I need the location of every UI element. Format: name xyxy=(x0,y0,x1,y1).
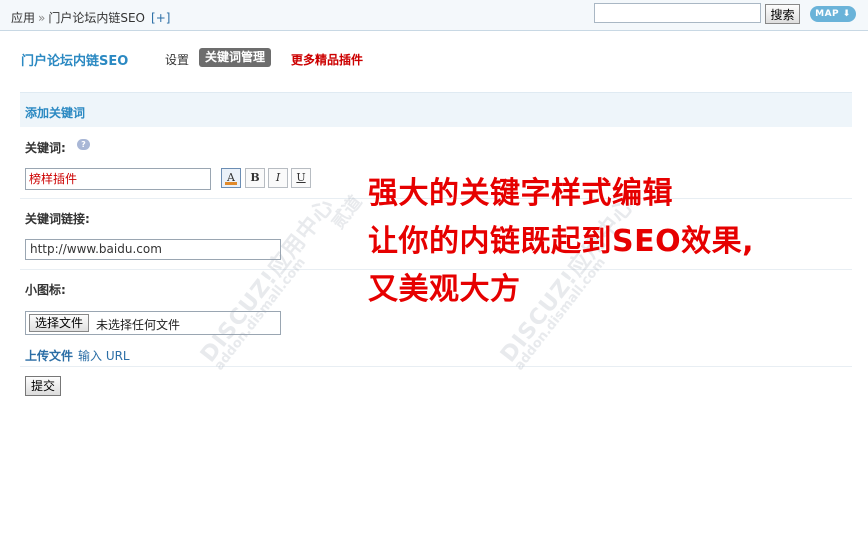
watermark-site: addon.dismall.com xyxy=(211,255,309,374)
promo-line-3: 又美观大方 xyxy=(368,272,521,307)
upload-file-link[interactable]: 上传文件 xyxy=(25,347,73,364)
tab-settings[interactable]: 设置 xyxy=(165,51,189,68)
map-button[interactable]: MAP ⬇ xyxy=(810,6,856,22)
section-header: 添加关键词 xyxy=(20,92,852,127)
keyword-link-input[interactable]: http://www.baidu.com xyxy=(25,239,281,260)
help-icon[interactable]: ? xyxy=(77,139,90,150)
keyword-input[interactable]: 榜样插件 xyxy=(25,168,211,190)
underline-button[interactable]: U xyxy=(291,168,311,188)
choose-file-button[interactable]: 选择文件 xyxy=(29,314,90,332)
top-bar: 应用» 门户论坛内链SEO [+] 搜索 MAP ⬇ xyxy=(0,0,868,31)
arrow-down-icon: ⬇ xyxy=(839,9,851,19)
keyword-link-label: 关键词链接: xyxy=(25,212,90,226)
tab-keyword-manage[interactable]: 关键词管理 xyxy=(199,48,272,67)
text-color-button[interactable]: A xyxy=(221,168,241,188)
promo-line-2: 让你的内链既起到SEO效果, xyxy=(368,224,754,259)
watermark: DISCUZ!应用中心 addon.dismall.com xyxy=(196,193,348,374)
input-url-link[interactable]: 输入 URL xyxy=(78,347,130,364)
section-title: 添加关键词 xyxy=(25,106,86,120)
file-status: 未选择任何文件 xyxy=(96,318,181,332)
add-shortcut-link[interactable]: [+] xyxy=(151,11,170,25)
search-button[interactable]: 搜索 xyxy=(765,4,800,24)
color-swatch-icon xyxy=(225,182,237,185)
submit-button[interactable]: 提交 xyxy=(25,376,61,396)
search-input[interactable] xyxy=(594,3,761,23)
divider xyxy=(20,366,852,367)
breadcrumb: 应用» 门户论坛内链SEO [+] xyxy=(11,9,170,26)
bold-button[interactable]: B xyxy=(245,168,265,188)
breadcrumb-separator: » xyxy=(38,11,46,25)
promo-line-1: 强大的关键字样式编辑 xyxy=(368,176,673,211)
breadcrumb-current[interactable]: 门户论坛内链SEO xyxy=(48,11,145,25)
keyword-label: 关键词: xyxy=(25,141,66,155)
watermark-tag: 贰道 xyxy=(327,191,367,234)
italic-button[interactable]: I xyxy=(268,168,288,188)
more-plugins-link[interactable]: 更多精品插件 xyxy=(291,51,363,68)
watermark-logo: DISCUZ!应用中心 xyxy=(196,193,340,368)
plugin-title: 门户论坛内链SEO xyxy=(21,54,129,69)
breadcrumb-root[interactable]: 应用 xyxy=(11,11,35,25)
map-button-label: MAP xyxy=(815,9,840,19)
small-icon-label: 小图标: xyxy=(25,283,66,297)
